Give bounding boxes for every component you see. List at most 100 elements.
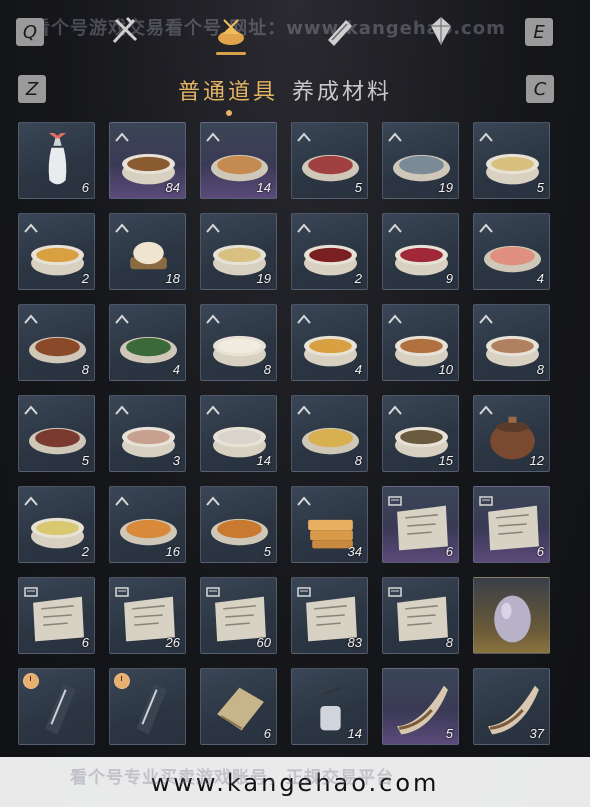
inventory-slot[interactable]: 4 xyxy=(473,213,550,290)
inventory-slot[interactable] xyxy=(18,668,95,745)
scroll-badge-icon xyxy=(479,491,493,506)
inventory-slot[interactable]: 37 xyxy=(473,668,550,745)
item-count: 4 xyxy=(536,271,544,286)
item-count: 2 xyxy=(81,544,89,559)
item-count: 60 xyxy=(256,635,271,650)
scroll-badge-icon xyxy=(388,491,402,506)
rank-chevron-icon xyxy=(206,491,220,506)
inventory-slot[interactable]: 26 xyxy=(109,577,186,654)
inventory-slot[interactable]: 6 xyxy=(18,577,95,654)
inventory-slot[interactable]: 83 xyxy=(291,577,368,654)
active-tab-dot xyxy=(226,110,232,116)
inventory-slot[interactable]: 5 xyxy=(200,486,277,563)
next-category-key-e[interactable]: E xyxy=(525,18,553,46)
active-category-indicator xyxy=(216,52,246,55)
egg-icon xyxy=(482,588,543,646)
inventory-slot[interactable]: 2 xyxy=(291,213,368,290)
item-count: 8 xyxy=(445,635,453,650)
inventory-slot[interactable]: 19 xyxy=(200,213,277,290)
rank-chevron-icon xyxy=(206,400,220,415)
inventory-slot[interactable]: 3 xyxy=(109,395,186,472)
inventory-slot[interactable]: 8 xyxy=(18,304,95,381)
item-count: 6 xyxy=(81,635,89,650)
inventory-slot[interactable]: 14 xyxy=(200,395,277,472)
inventory-slot[interactable]: 8 xyxy=(291,395,368,472)
scroll-badge-icon xyxy=(388,582,402,597)
inventory-slot[interactable]: 6 xyxy=(382,486,459,563)
inventory-slot[interactable]: 10 xyxy=(382,304,459,381)
item-count: 3 xyxy=(172,453,180,468)
inventory-slot[interactable]: 12 xyxy=(473,395,550,472)
rank-chevron-icon xyxy=(115,127,129,142)
inventory-slot[interactable]: 18 xyxy=(109,213,186,290)
scroll-badge-icon xyxy=(115,582,129,597)
inventory-slot[interactable]: 60 xyxy=(200,577,277,654)
inventory-slot[interactable]: 34 xyxy=(291,486,368,563)
item-count: 26 xyxy=(165,635,180,650)
rank-chevron-icon xyxy=(115,218,129,233)
inventory-slot[interactable]: 6 xyxy=(18,122,95,199)
bottom-banner: www.kangehao.com 看个号专业买卖游戏账号，正规交易平台 xyxy=(0,757,590,807)
rank-chevron-icon xyxy=(24,400,38,415)
rank-chevron-icon xyxy=(297,491,311,506)
item-count: 19 xyxy=(438,180,453,195)
inventory-slot[interactable]: 14 xyxy=(291,668,368,745)
prev-subtab-key-z[interactable]: Z xyxy=(18,75,46,103)
inventory-slot[interactable]: 8 xyxy=(473,304,550,381)
top-bar: 看个号游戏交易看个号 网址：www.kangehao.com Q E xyxy=(0,0,590,62)
inventory-slot[interactable]: 84 xyxy=(109,122,186,199)
item-count: 83 xyxy=(347,635,362,650)
rank-chevron-icon xyxy=(115,491,129,506)
item-count: 15 xyxy=(438,453,453,468)
scroll-icon[interactable] xyxy=(322,14,356,48)
item-count: 8 xyxy=(81,362,89,377)
item-count: 18 xyxy=(165,271,180,286)
rank-chevron-icon xyxy=(297,127,311,142)
rank-chevron-icon xyxy=(297,218,311,233)
rank-chevron-icon xyxy=(24,218,38,233)
inventory-slot[interactable]: 19 xyxy=(382,122,459,199)
inventory-slot[interactable]: 6 xyxy=(200,668,277,745)
inventory-slot[interactable] xyxy=(109,668,186,745)
rank-chevron-icon xyxy=(297,400,311,415)
banner-watermark: 看个号专业买卖游戏账号，正规交易平台 xyxy=(70,768,394,788)
rank-chevron-icon xyxy=(206,127,220,142)
inventory-slot[interactable]: 2 xyxy=(18,486,95,563)
inventory-slot[interactable]: 16 xyxy=(109,486,186,563)
inventory-slot[interactable]: 2 xyxy=(18,213,95,290)
rank-chevron-icon xyxy=(388,127,402,142)
item-count: 4 xyxy=(172,362,180,377)
item-count: 9 xyxy=(445,271,453,286)
cloth-icon xyxy=(209,679,270,737)
inventory-slot[interactable]: 5 xyxy=(473,122,550,199)
weapon-icon[interactable] xyxy=(108,14,142,48)
prev-category-key-q[interactable]: Q xyxy=(16,18,44,46)
inventory-slot[interactable]: 5 xyxy=(291,122,368,199)
scroll-badge-icon xyxy=(206,582,220,597)
inventory-slot[interactable]: 15 xyxy=(382,395,459,472)
inventory-slot[interactable]: 4 xyxy=(291,304,368,381)
talisman-icon xyxy=(27,679,88,737)
tab-common-items[interactable]: 普通道具 xyxy=(178,74,278,106)
rank-chevron-icon xyxy=(115,309,129,324)
item-count: 6 xyxy=(536,544,544,559)
next-subtab-key-c[interactable]: C xyxy=(526,75,554,103)
item-count: 34 xyxy=(347,544,362,559)
item-count: 37 xyxy=(529,726,544,741)
inventory-slot[interactable] xyxy=(473,577,550,654)
inventory-slot[interactable]: 5 xyxy=(382,668,459,745)
inventory-slot[interactable]: 8 xyxy=(200,304,277,381)
gem-icon[interactable] xyxy=(424,14,458,48)
inventory-slot[interactable]: 8 xyxy=(382,577,459,654)
tab-growth-materials[interactable]: 养成材料 xyxy=(292,74,392,106)
talisman-icon xyxy=(118,679,179,737)
rank-chevron-icon xyxy=(388,309,402,324)
food-icon[interactable] xyxy=(214,14,248,48)
item-count: 16 xyxy=(165,544,180,559)
inventory-slot[interactable]: 4 xyxy=(109,304,186,381)
inventory-slot[interactable]: 14 xyxy=(200,122,277,199)
inventory-slot[interactable]: 9 xyxy=(382,213,459,290)
inventory-slot[interactable]: 6 xyxy=(473,486,550,563)
inventory-slot[interactable]: 5 xyxy=(18,395,95,472)
rank-chevron-icon xyxy=(115,400,129,415)
